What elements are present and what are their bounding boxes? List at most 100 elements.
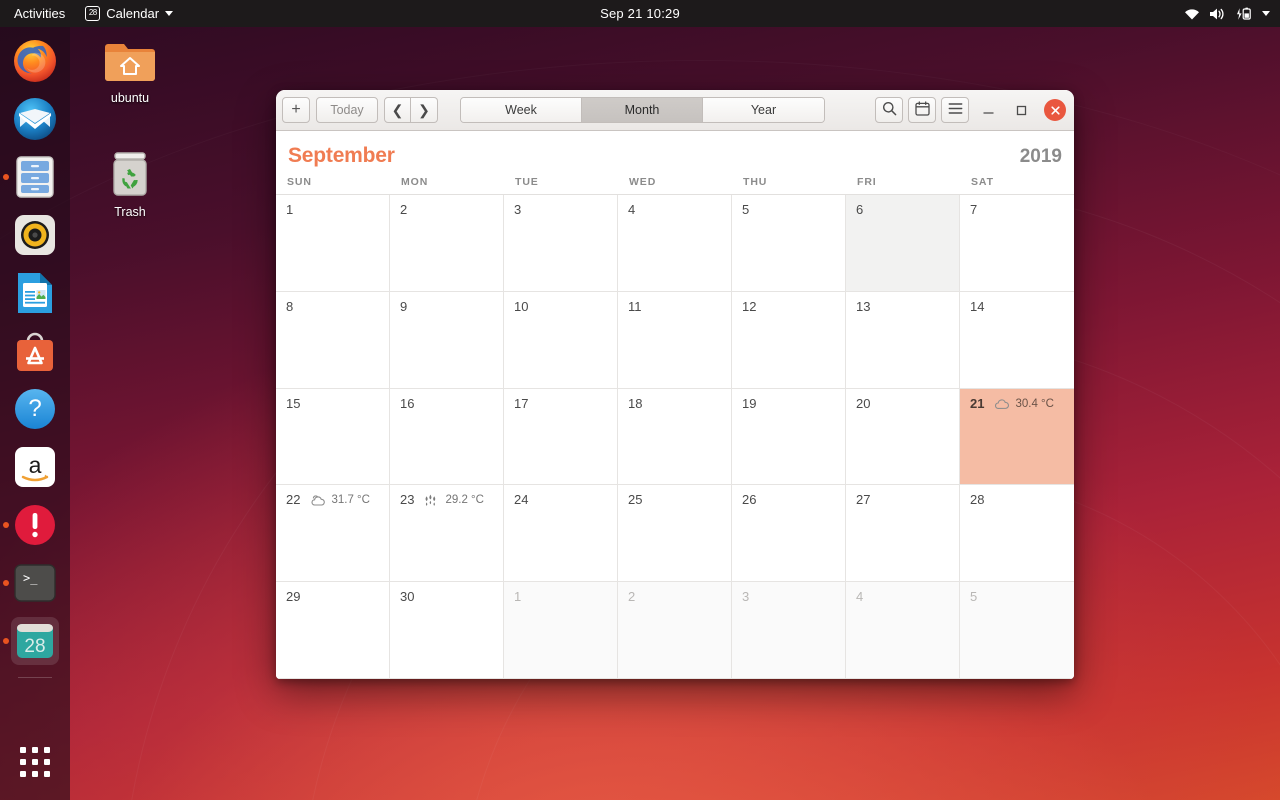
calendars-button[interactable] — [908, 97, 936, 123]
dock-item-terminal[interactable]: >_ — [3, 559, 59, 607]
day-cell[interactable]: 18 — [618, 388, 732, 486]
menu-button[interactable] — [941, 97, 969, 123]
day-number: 26 — [742, 492, 757, 508]
day-cell[interactable]: 13 — [846, 291, 960, 389]
day-cell[interactable]: 9 — [390, 291, 504, 389]
day-cell[interactable]: 14 — [960, 291, 1074, 389]
day-number: 12 — [742, 298, 757, 314]
dock-item-help[interactable]: ? — [11, 385, 59, 433]
weekday-header-tue: TUE — [515, 176, 539, 188]
running-indicator — [3, 580, 9, 586]
tab-week[interactable]: Week — [461, 98, 582, 122]
day-cell[interactable]: 15 — [276, 388, 390, 486]
dock-item-files[interactable] — [3, 153, 59, 201]
day-cell[interactable]: 3 — [504, 195, 618, 292]
dock-item-software-updater[interactable] — [3, 501, 59, 549]
day-cell[interactable]: 19 — [732, 388, 846, 486]
today-button[interactable]: Today — [316, 97, 378, 123]
day-number: 8 — [286, 298, 294, 314]
desktop-icon-trash[interactable]: Trash — [85, 150, 175, 219]
day-number: 3 — [742, 589, 750, 605]
app-menu-button[interactable]: 28 Calendar — [77, 6, 181, 21]
weather-info: 29.2 °C — [424, 492, 484, 508]
new-event-button[interactable]: + — [282, 97, 310, 123]
tab-month[interactable]: Month — [582, 98, 703, 122]
dock-item-thunderbird[interactable] — [11, 95, 59, 143]
weekday-header-fri: FRI — [857, 176, 877, 188]
day-cell[interactable]: 4 — [618, 195, 732, 292]
day-number: 9 — [400, 298, 408, 314]
day-cell[interactable]: 27 — [846, 485, 960, 583]
dock-item-firefox[interactable] — [11, 37, 59, 85]
day-cell[interactable]: 8 — [276, 291, 390, 389]
day-cell[interactable]: 17 — [504, 388, 618, 486]
day-number: 30 — [400, 589, 415, 605]
search-icon — [882, 101, 897, 119]
day-cell[interactable]: 3 — [732, 582, 846, 679]
calendar-icon: 28 — [85, 6, 101, 21]
activities-button[interactable]: Activities — [0, 0, 77, 27]
day-number: 24 — [514, 492, 529, 508]
day-cell[interactable]: 23 29.2 °C — [390, 485, 504, 583]
day-cell[interactable]: 28 — [960, 485, 1074, 583]
weekday-header-thu: THU — [743, 176, 768, 188]
day-number: 13 — [856, 298, 871, 314]
day-cell[interactable]: 26 — [732, 485, 846, 583]
day-cell[interactable]: 2 — [390, 195, 504, 292]
day-cell[interactable]: 2 — [618, 582, 732, 679]
day-number: 1 — [286, 202, 294, 217]
hamburger-menu-icon — [948, 102, 963, 118]
day-cell[interactable]: 5 — [732, 195, 846, 292]
day-cell[interactable]: 4 — [846, 582, 960, 679]
dock-item-amazon[interactable]: a — [11, 443, 59, 491]
dock-item-libreoffice-writer[interactable] — [11, 269, 59, 317]
search-button[interactable] — [875, 97, 903, 123]
day-cell[interactable]: 25 — [618, 485, 732, 583]
day-number: 20 — [856, 395, 871, 411]
partly-cloudy-icon — [310, 493, 326, 507]
close-button[interactable] — [1044, 99, 1066, 121]
day-cell[interactable]: 12 — [732, 291, 846, 389]
day-number: 2 — [628, 589, 636, 605]
day-cell[interactable]: 1 — [276, 195, 390, 292]
day-number: 21 — [970, 395, 985, 411]
day-number: 15 — [286, 395, 301, 411]
desktop: Activities 28 Calendar Sep 21 10:29 ? a … — [0, 0, 1280, 800]
day-cell[interactable]: 7 — [960, 195, 1074, 292]
day-cell[interactable]: 30 — [390, 582, 504, 679]
day-cell[interactable]: 22 31.7 °C — [276, 485, 390, 583]
day-cell-today[interactable]: 21 30.4 °C — [960, 388, 1074, 486]
dock-item-ubuntu-software[interactable] — [11, 327, 59, 375]
weekday-header-mon: MON — [401, 176, 429, 188]
day-cell[interactable]: 11 — [618, 291, 732, 389]
show-applications-button[interactable] — [11, 738, 59, 786]
maximize-button[interactable] — [1007, 97, 1035, 123]
cloud-icon — [994, 397, 1010, 411]
system-tray[interactable] — [1184, 0, 1270, 27]
dock-item-calendar[interactable]: 28 — [3, 617, 59, 665]
day-cell[interactable]: 1 — [504, 582, 618, 679]
desktop-icon-home-folder[interactable]: ubuntu — [85, 38, 175, 105]
day-cell[interactable]: 20 — [846, 388, 960, 486]
tab-year[interactable]: Year — [703, 98, 824, 122]
day-cell[interactable]: 29 — [276, 582, 390, 679]
day-number: 29 — [286, 589, 301, 605]
desktop-icon-label: ubuntu — [110, 91, 150, 105]
chevron-down-icon[interactable] — [1262, 11, 1270, 16]
grid-icon — [20, 747, 50, 777]
day-number: 23 — [400, 492, 415, 508]
calendar-window: + Today ❮ ❯ Week Month Year September 20… — [276, 90, 1074, 679]
day-number: 5 — [970, 589, 978, 605]
day-cell[interactable]: 16 — [390, 388, 504, 486]
weekday-header-sun: SUN — [287, 176, 312, 188]
dock-item-rhythmbox[interactable] — [11, 211, 59, 259]
day-cell[interactable]: 10 — [504, 291, 618, 389]
day-cell[interactable]: 24 — [504, 485, 618, 583]
next-month-button[interactable]: ❯ — [411, 97, 438, 123]
day-cell[interactable]: 5 — [960, 582, 1074, 679]
calendar-month-view: September 2019 SUN MON TUE WED THU FRI SAT 123… — [276, 131, 1074, 679]
temperature-label: 30.4 °C — [1015, 397, 1054, 410]
previous-month-button[interactable]: ❮ — [384, 97, 411, 123]
day-cell[interactable]: 6 — [846, 195, 960, 292]
minimize-button[interactable] — [974, 97, 1002, 123]
